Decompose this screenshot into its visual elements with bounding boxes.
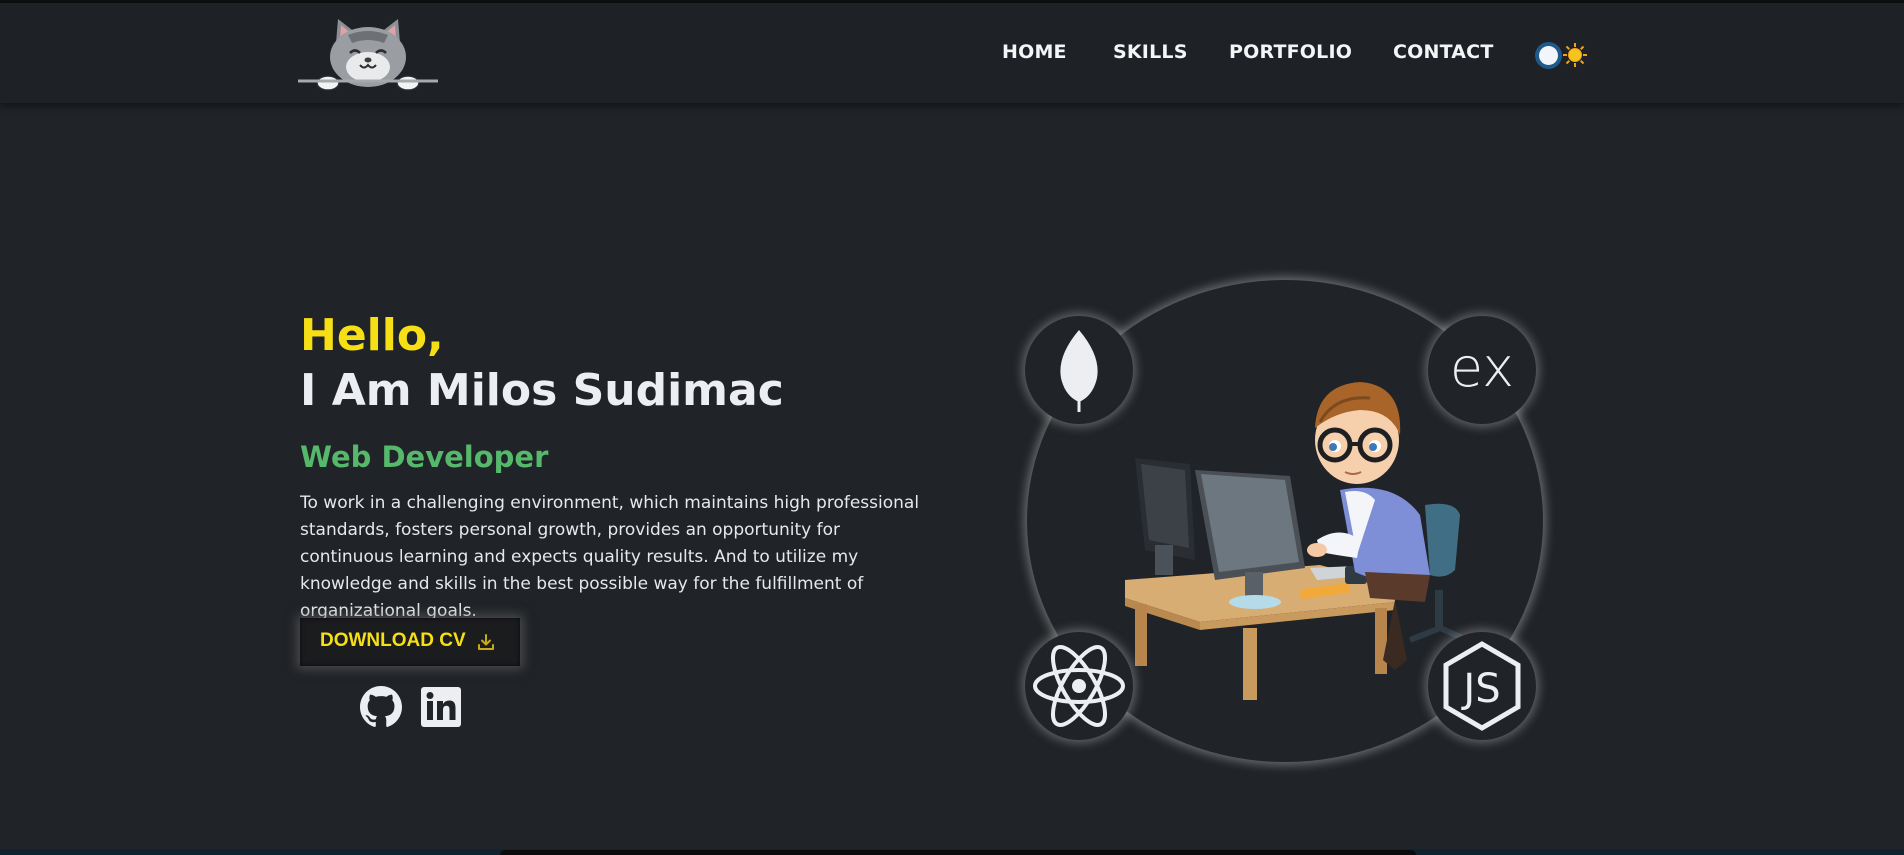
greeting: Hello, — [300, 310, 444, 361]
sun-icon — [1563, 43, 1587, 67]
nodejs-badge-text: JS — [1460, 666, 1500, 712]
download-icon — [478, 634, 494, 650]
objective-text: To work in a challenging environment, wh… — [300, 493, 920, 621]
nodejs-icon: JS — [1428, 632, 1536, 740]
toggle-track — [1535, 42, 1562, 69]
linkedin-icon[interactable] — [420, 686, 462, 728]
hero-role: Web Developer — [300, 440, 549, 474]
cat-logo-icon[interactable] — [298, 13, 438, 91]
next-section-edge — [500, 850, 1416, 855]
toggle-knob — [1539, 46, 1558, 65]
hero-name: I Am Milos Sudimac — [300, 365, 784, 416]
download-cv-label: DOWNLOAD CV — [320, 630, 466, 651]
theme-toggle[interactable] — [1535, 41, 1589, 69]
download-cv-button[interactable]: DOWNLOAD CV — [300, 618, 520, 666]
mongodb-leaf-icon — [1025, 316, 1133, 424]
hero-illustration: ex JS — [1025, 280, 1545, 762]
nav-home[interactable]: HOME — [1002, 41, 1067, 63]
nav-contact[interactable]: CONTACT — [1393, 41, 1494, 63]
react-icon — [1025, 632, 1133, 740]
nav-portfolio[interactable]: PORTFOLIO — [1229, 41, 1352, 63]
page: HOME SKILLS PORTFOLIO CONTACT Hello, I A… — [0, 0, 1904, 855]
nav-skills[interactable]: SKILLS — [1113, 41, 1188, 63]
navbar: HOME SKILLS PORTFOLIO CONTACT — [0, 0, 1904, 103]
express-badge-text: ex — [1450, 336, 1514, 399]
github-icon[interactable] — [360, 686, 402, 728]
express-icon: ex — [1428, 316, 1536, 424]
